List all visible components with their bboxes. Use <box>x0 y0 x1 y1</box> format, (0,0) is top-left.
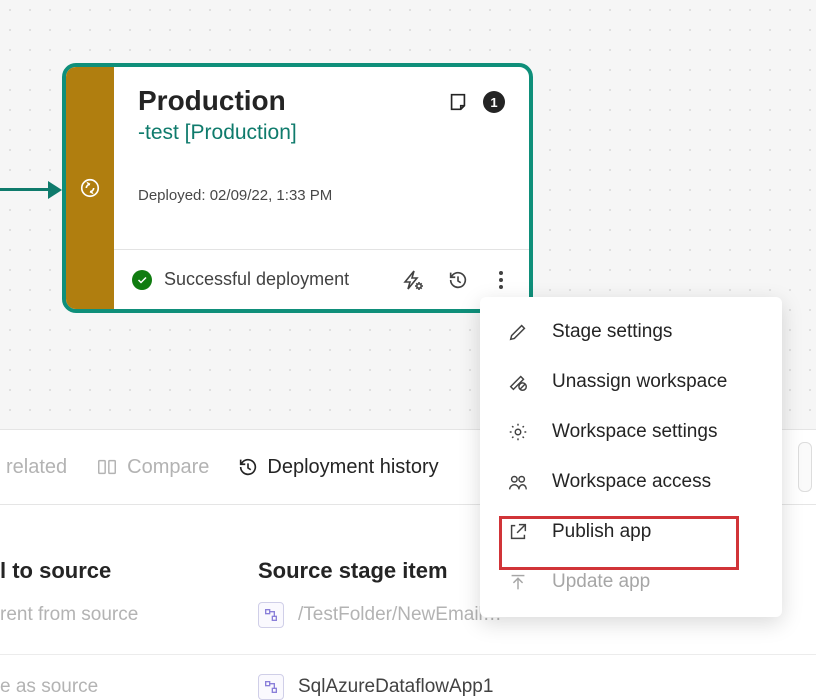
row-right-1[interactable]: /TestFolder/NewEmail… <box>258 602 502 628</box>
menu-item-workspace-settings[interactable]: Workspace settings <box>480 407 782 457</box>
deployment-rules-icon[interactable] <box>401 268 425 292</box>
row-left-2: e as source <box>0 676 98 698</box>
menu-item-label: Stage settings <box>552 321 672 343</box>
stage-context-menu: Stage settings Unassign workspace Worksp… <box>480 297 782 617</box>
refresh-icon <box>79 177 101 199</box>
row-right-2[interactable]: SqlAzureDataflowApp1 <box>258 674 493 700</box>
note-icon[interactable] <box>447 91 469 113</box>
stage-card-production[interactable]: Production 1 -test [Production] Deployed… <box>62 63 533 313</box>
menu-item-publish-app[interactable]: Publish app <box>480 507 782 557</box>
compare-icon <box>95 456 119 478</box>
deployed-timestamp: Deployed: 02/09/22, 1:33 PM <box>138 187 505 204</box>
menu-item-label: Update app <box>552 571 650 593</box>
stage-title: Production <box>138 85 286 117</box>
history-icon <box>237 456 259 478</box>
upload-icon <box>506 571 530 593</box>
unassign-icon <box>506 371 530 393</box>
pencil-icon <box>506 321 530 343</box>
connector-arrowhead <box>48 181 62 199</box>
toolbar-overflow-button[interactable] <box>798 442 812 492</box>
more-options-button[interactable] <box>491 268 511 292</box>
stage-side-handle[interactable] <box>66 67 114 309</box>
success-check-icon <box>132 270 152 290</box>
stage-body: Production 1 -test [Production] Deployed… <box>114 67 529 309</box>
menu-item-label: Workspace access <box>552 471 711 493</box>
row-left-1: rent from source <box>0 604 138 626</box>
history-icon[interactable] <box>447 269 469 291</box>
menu-item-label: Workspace settings <box>552 421 717 443</box>
menu-item-unassign-workspace[interactable]: Unassign workspace <box>480 357 782 407</box>
column-header-right: Source stage item <box>258 558 448 584</box>
external-link-icon <box>506 521 530 543</box>
toolbar-deployment-history[interactable]: Deployment history <box>237 456 438 479</box>
toolbar-compare[interactable]: Compare <box>95 456 209 479</box>
menu-item-workspace-access[interactable]: Workspace access <box>480 457 782 507</box>
menu-item-label: Unassign workspace <box>552 371 727 393</box>
menu-item-update-app: Update app <box>480 557 782 607</box>
row-divider <box>0 654 816 655</box>
stage-subtitle: -test [Production] <box>138 121 505 145</box>
connector-line <box>0 188 54 191</box>
item-count-badge[interactable]: 1 <box>483 91 505 113</box>
people-icon <box>506 471 530 493</box>
dataflow-icon <box>258 674 284 700</box>
menu-item-label: Publish app <box>552 521 651 543</box>
gear-icon <box>506 421 530 443</box>
stage-footer: Successful deployment <box>114 249 529 309</box>
toolbar-related[interactable]: related <box>6 456 67 479</box>
menu-item-stage-settings[interactable]: Stage settings <box>480 307 782 357</box>
column-header-left: l to source <box>0 558 111 584</box>
dataflow-icon <box>258 602 284 628</box>
deployment-status-text: Successful deployment <box>164 269 401 290</box>
